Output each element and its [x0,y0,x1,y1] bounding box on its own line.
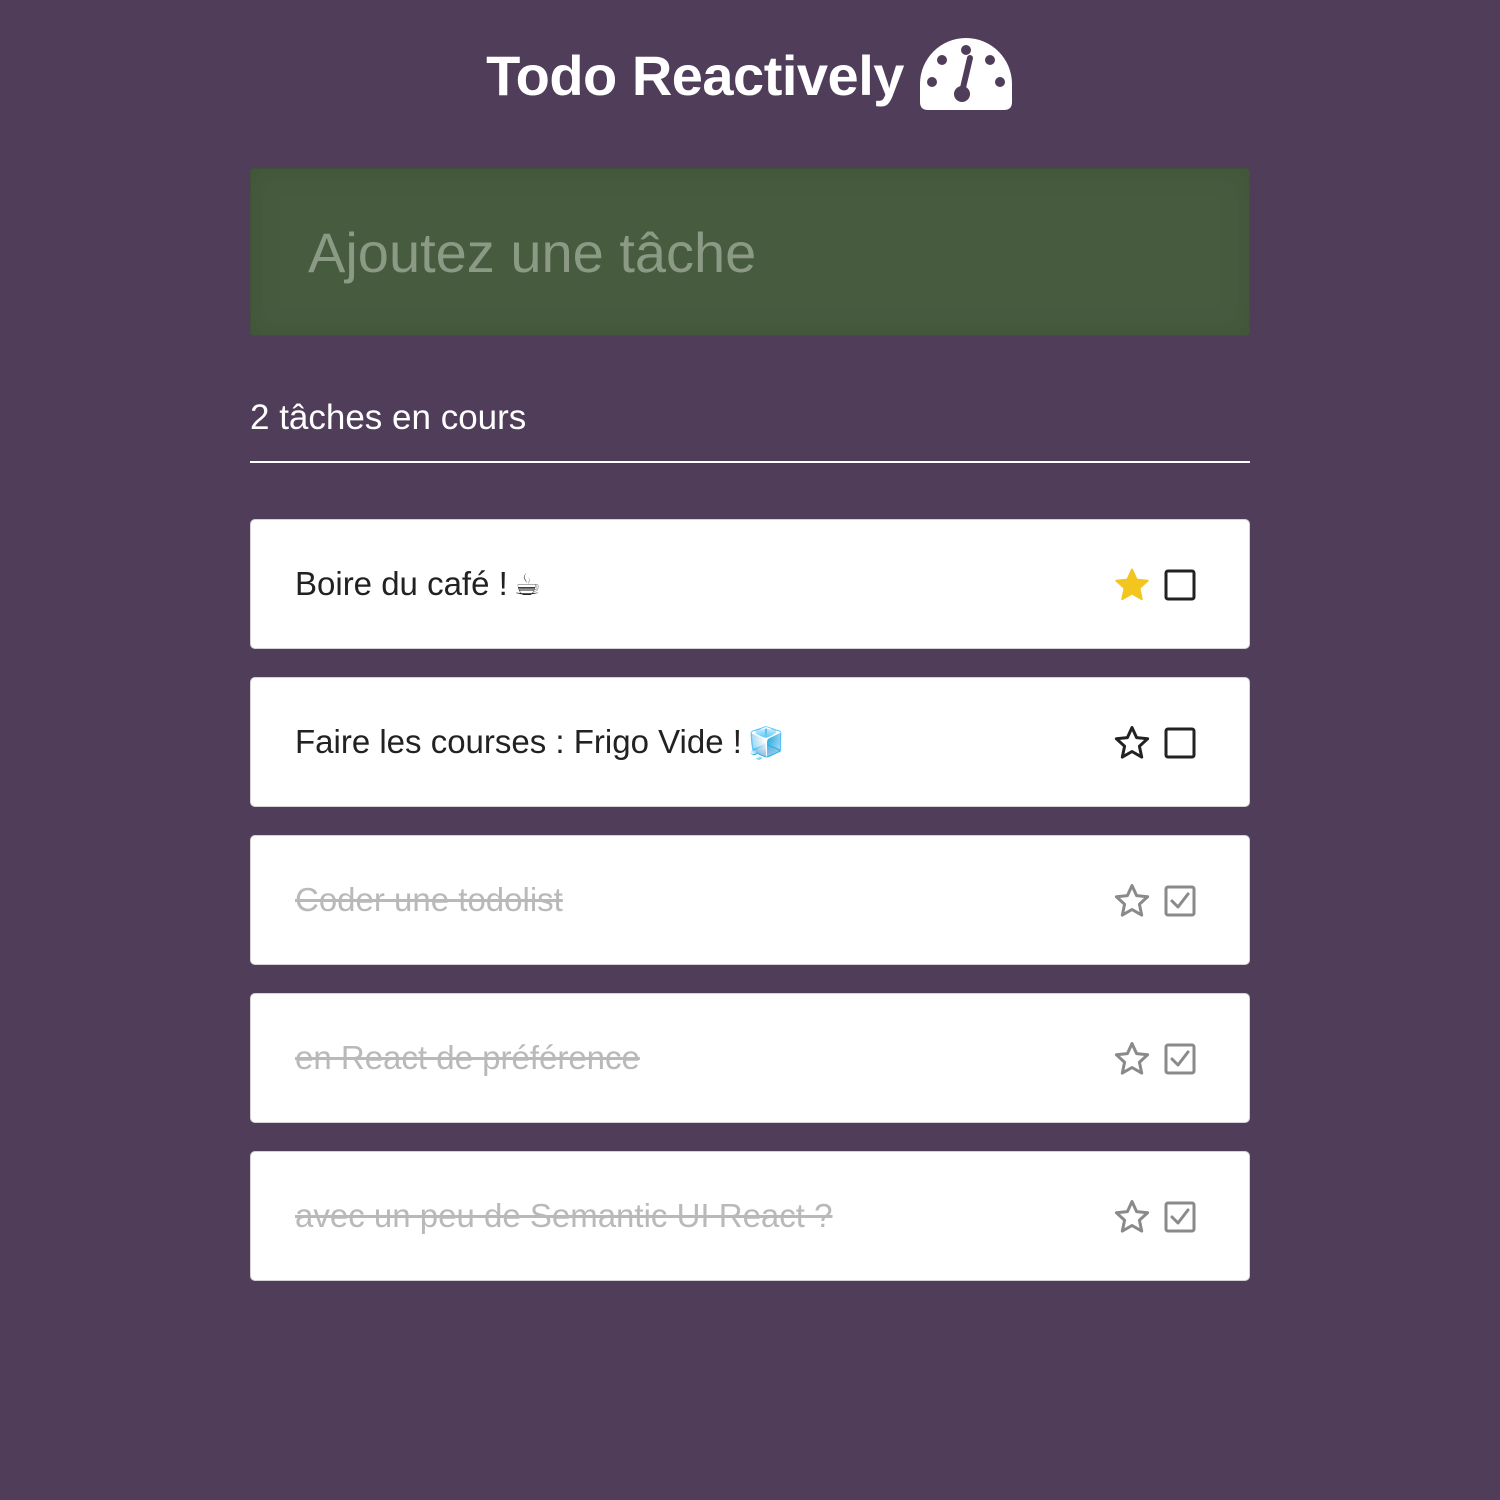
page-title: Todo Reactively [486,43,904,107]
task-item: avec un peu de Semantic UI React ? [250,1151,1250,1281]
task-label[interactable]: en React de préférence [295,994,640,1122]
favorite-star-icon[interactable] [1113,724,1151,762]
favorite-star-icon[interactable] [1113,882,1151,920]
task-text: avec un peu de Semantic UI React ? [295,1197,833,1234]
task-label[interactable]: avec un peu de Semantic UI React ? [295,1152,832,1280]
task-text: Faire les courses : Frigo Vide ! [295,723,742,760]
done-checkbox-icon[interactable] [1163,1200,1197,1234]
done-checkbox-icon[interactable] [1163,726,1197,760]
add-task-form [250,168,1250,336]
coffee-emoji: ☕ [513,569,541,602]
todo-app: Todo Reactively 2 tâches en cours Boire … [250,0,1250,1281]
task-item: en React de préférence [250,993,1250,1123]
task-label[interactable]: Faire les courses : Frigo Vide ! 🧊 [295,678,785,806]
done-checkbox-icon[interactable] [1163,1042,1197,1076]
task-label[interactable]: Boire du café ! ☕ [295,520,541,648]
favorite-star-icon[interactable] [1113,566,1151,604]
tasks-counter: 2 tâches en cours [250,398,527,437]
task-item: Coder une todolist [250,835,1250,965]
add-task-input[interactable] [251,169,1249,335]
done-checkbox-icon[interactable] [1163,884,1197,918]
ice-cube-emoji: 🧊 [747,727,786,760]
task-text: Coder une todolist [295,881,563,918]
counter-divider [250,461,1250,463]
task-item: Boire du café ! ☕ [250,519,1250,649]
favorite-star-icon[interactable] [1113,1198,1151,1236]
task-list: Boire du café ! ☕ Faire les courses : Fri… [250,519,1250,1309]
task-text: en React de préférence [295,1039,640,1076]
done-checkbox-icon[interactable] [1163,568,1197,602]
task-text: Boire du café ! [295,565,508,602]
task-item: Faire les courses : Frigo Vide ! 🧊 [250,677,1250,807]
favorite-star-icon[interactable] [1113,1040,1151,1078]
task-label[interactable]: Coder une todolist [295,836,563,964]
dashboard-gauge-icon [919,38,1012,110]
app-header: Todo Reactively [250,0,1250,170]
